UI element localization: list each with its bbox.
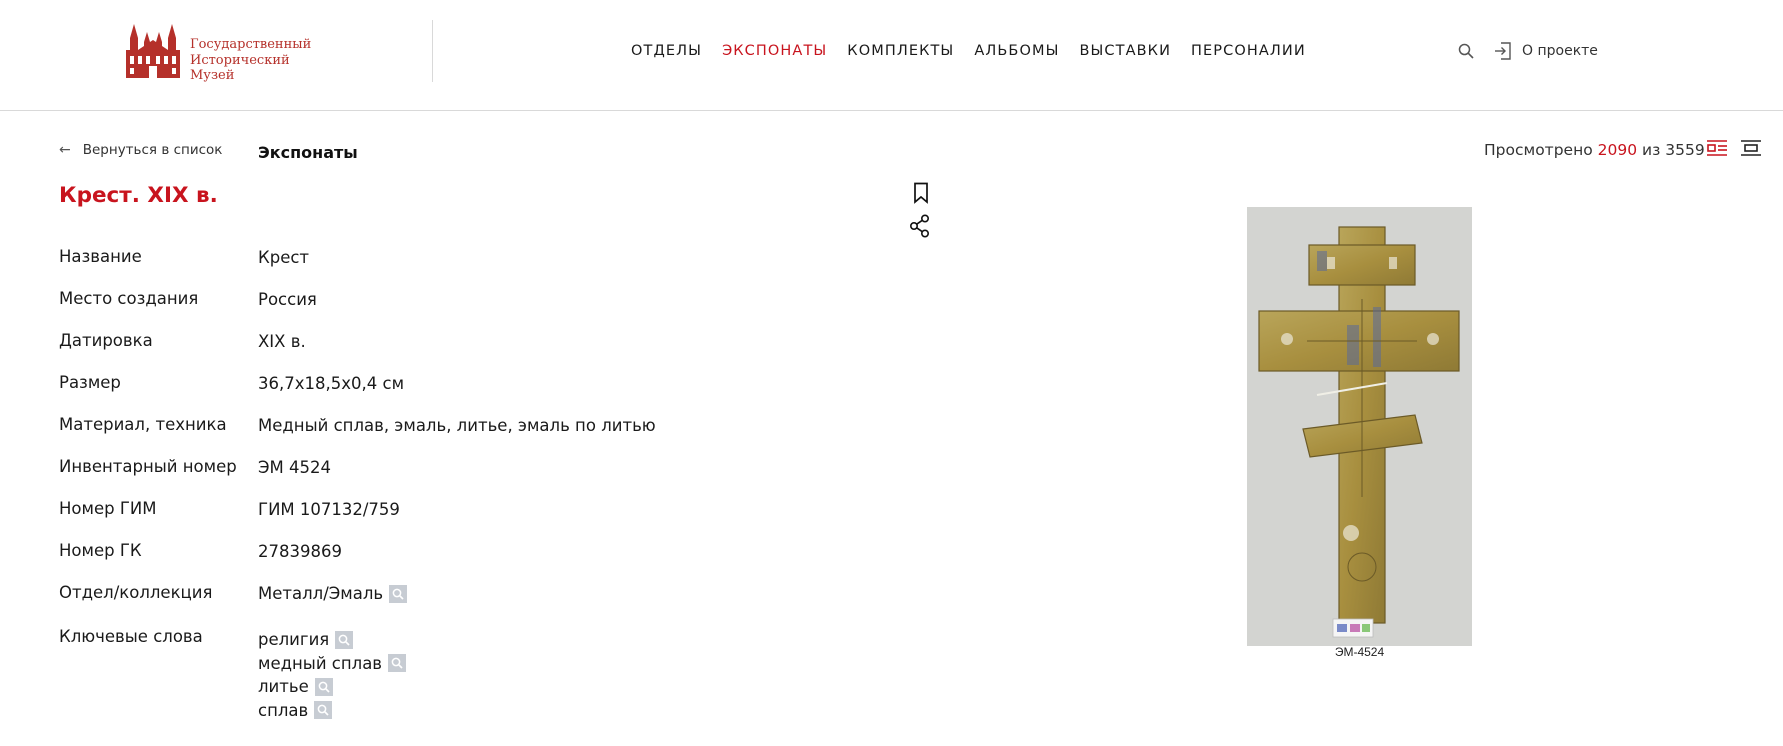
nav-item-exhibits[interactable]: ЭКСПОНАТЫ bbox=[722, 43, 827, 59]
keyword-item: религия bbox=[258, 628, 406, 652]
keyword-search-button[interactable] bbox=[388, 654, 407, 673]
exhibit-photo[interactable] bbox=[1247, 207, 1472, 646]
image-caption: ЭМ-4524 bbox=[1334, 645, 1385, 659]
property-label: Номер ГК bbox=[59, 541, 142, 560]
about-project-label: О проекте bbox=[1522, 43, 1598, 59]
property-label: Ключевые слова bbox=[59, 627, 203, 646]
keyword-item: медный сплав bbox=[258, 652, 407, 676]
logo-text: Государственный Исторический Музей bbox=[190, 37, 311, 84]
property-value[interactable]: Металл/Эмаль bbox=[258, 584, 383, 603]
keyword-search-button[interactable] bbox=[314, 701, 333, 720]
back-to-list-link[interactable]: ← Вернуться в список bbox=[59, 142, 222, 158]
property-label: Название bbox=[59, 247, 142, 266]
magnifier-icon bbox=[318, 681, 330, 693]
keyword-label[interactable]: религия bbox=[258, 630, 329, 649]
museum-logo-icon bbox=[126, 24, 180, 78]
keyword-label[interactable]: сплав bbox=[258, 701, 308, 720]
main-nav: ОТДЕЛЫ ЭКСПОНАТЫ КОМПЛЕКТЫ АЛЬБОМЫ ВЫСТА… bbox=[631, 40, 1326, 62]
search-icon[interactable] bbox=[1458, 43, 1474, 59]
property-label: Материал, техника bbox=[59, 415, 227, 434]
magnifier-icon bbox=[317, 704, 329, 716]
property-label: Номер ГИМ bbox=[59, 499, 157, 518]
magnifier-icon bbox=[391, 657, 403, 669]
counter-current: 2090 bbox=[1597, 141, 1638, 159]
keyword-label[interactable]: литье bbox=[258, 677, 309, 696]
nav-item-albums[interactable]: АЛЬБОМЫ bbox=[974, 43, 1059, 59]
logo-line: Государственный bbox=[190, 37, 312, 52]
counter-prefix: Просмотрено bbox=[1484, 141, 1593, 159]
counter-middle: из bbox=[1642, 141, 1661, 159]
keyword-label[interactable]: медный сплав bbox=[258, 654, 382, 673]
about-project-link[interactable]: О проекте bbox=[1494, 40, 1598, 62]
property-label: Датировка bbox=[59, 331, 153, 350]
nav-item-departments[interactable]: ОТДЕЛЫ bbox=[631, 43, 702, 59]
property-label: Инвентарный номер bbox=[59, 457, 237, 476]
arrow-left-icon: ← bbox=[59, 142, 71, 158]
breadcrumb[interactable]: Экспонаты bbox=[258, 143, 358, 162]
property-value: 36,7x18,5x0,4 см bbox=[258, 374, 405, 393]
keyword-list: религия медный сплав литье сплав bbox=[258, 628, 407, 723]
museum-logo[interactable]: Государственный Исторический Музей bbox=[124, 20, 324, 84]
property-value: ЭМ 4524 bbox=[258, 458, 331, 477]
property-label: Место создания bbox=[59, 289, 199, 308]
cross-image bbox=[1247, 207, 1472, 646]
nav-item-persons[interactable]: ПЕРСОНАЛИИ bbox=[1191, 43, 1306, 59]
magnifier-icon bbox=[338, 634, 350, 646]
property-value: Крест bbox=[258, 248, 310, 267]
keyword-search-button[interactable] bbox=[314, 677, 333, 696]
property-value: Россия bbox=[258, 290, 317, 309]
property-label: Отдел/коллекция bbox=[59, 583, 213, 602]
site-header: Государственный Исторический Музей ОТДЕЛ… bbox=[0, 0, 1783, 111]
nav-item-exhibitions[interactable]: ВЫСТАВКИ bbox=[1079, 43, 1171, 59]
keyword-search-button[interactable] bbox=[335, 630, 354, 649]
nav-item-sets[interactable]: КОМПЛЕКТЫ bbox=[847, 43, 954, 59]
logo-line: Исторический bbox=[190, 52, 290, 68]
property-value: Медный сплав, эмаль, литье, эмаль по лит… bbox=[258, 416, 656, 435]
property-value-wrap: Металл/Эмаль bbox=[258, 584, 408, 603]
view-counter: Просмотрено 2090 из 3559 bbox=[1484, 141, 1705, 159]
share-icon[interactable] bbox=[909, 214, 931, 238]
counter-total: 3559 bbox=[1665, 141, 1705, 159]
keyword-item: сплав bbox=[258, 699, 406, 723]
back-label: Вернуться в список bbox=[82, 142, 223, 158]
magnifier-icon bbox=[392, 588, 404, 600]
property-value: 27839869 bbox=[258, 542, 342, 561]
login-icon bbox=[1495, 42, 1511, 60]
keyword-item: литье bbox=[258, 675, 406, 699]
logo-line: Музей bbox=[190, 68, 235, 83]
view-single-icon[interactable] bbox=[1741, 139, 1761, 157]
view-list-icon[interactable] bbox=[1707, 139, 1727, 157]
property-value: XIX в. bbox=[258, 332, 306, 351]
header-divider bbox=[432, 20, 433, 82]
property-label: Размер bbox=[59, 373, 121, 392]
collection-search-button[interactable] bbox=[389, 584, 408, 603]
bookmark-icon[interactable] bbox=[913, 182, 929, 204]
property-value: ГИМ 107132/759 bbox=[258, 500, 400, 519]
exhibit-title: Крест. XIX в. bbox=[59, 183, 218, 208]
